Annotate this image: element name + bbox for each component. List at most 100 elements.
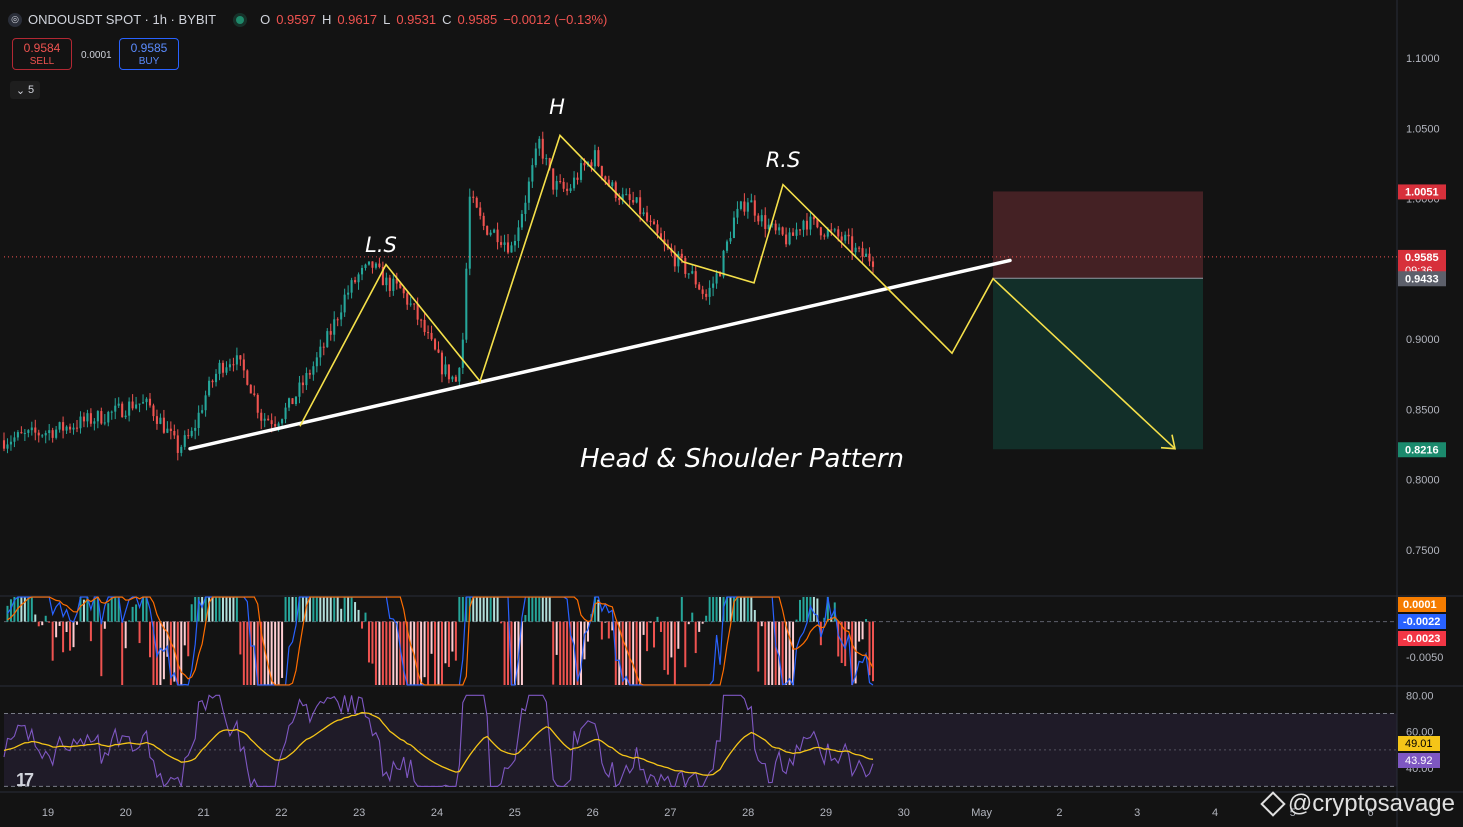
high-value: 0.9617 <box>337 12 378 27</box>
macd-histogram-bar <box>580 621 583 685</box>
sell-button[interactable]: 0.9584 SELL <box>12 38 72 70</box>
macd-histogram-bar <box>440 621 443 685</box>
candle-body <box>409 303 412 305</box>
macd-histogram-bar <box>333 597 336 622</box>
sell-label: SELL <box>29 56 55 67</box>
candle-body <box>413 303 416 305</box>
price-tick-label: 0.9000 <box>1406 334 1440 346</box>
macd-histogram-bar <box>691 612 694 622</box>
candle-body <box>781 227 784 235</box>
candle-body <box>347 292 350 295</box>
candle-body <box>100 411 103 424</box>
candle-body <box>37 432 40 436</box>
candle-body <box>13 437 16 442</box>
time-tick-label: 2 <box>1056 807 1062 819</box>
candle-body <box>795 229 798 236</box>
tradingview-logo-icon[interactable]: 17 <box>16 770 34 791</box>
candle-body <box>566 188 569 191</box>
macd-histogram-bar <box>392 621 395 685</box>
candle-body <box>437 349 440 353</box>
macd-histogram-bar <box>308 597 311 622</box>
candle-body <box>72 427 75 430</box>
symbol-title[interactable]: ONDOUSDT SPOT · 1h · BYBIT <box>28 12 216 27</box>
macd-histogram-bar <box>135 604 138 622</box>
macd-histogram-bar <box>114 597 117 622</box>
macd-histogram-bar <box>41 621 44 626</box>
open-value: 0.9597 <box>276 12 316 27</box>
candle-body <box>520 213 523 228</box>
buy-price: 0.9585 <box>130 41 168 55</box>
macd-histogram-bar <box>701 621 704 624</box>
chart-background <box>0 0 1463 827</box>
buy-button[interactable]: 0.9585 BUY <box>119 38 179 70</box>
macd-histogram-bar <box>753 610 756 622</box>
candle-body <box>131 401 134 409</box>
indicator-collapse-button[interactable]: ⌄ 5 <box>10 81 40 99</box>
macd-histogram-bar <box>750 597 753 622</box>
stop-loss-zone <box>993 191 1203 279</box>
macd-histogram-bar <box>771 621 774 685</box>
time-tick-label: 28 <box>742 807 754 819</box>
candle-body <box>472 196 475 198</box>
candle-body <box>218 362 221 374</box>
candle-body <box>440 352 444 375</box>
macd-histogram-bar <box>58 621 61 626</box>
macd-histogram-bar <box>34 614 37 622</box>
macd-histogram-bar <box>541 597 544 622</box>
macd-histogram-bar <box>680 597 683 622</box>
macd-histogram-bar <box>159 621 162 685</box>
candle-body <box>336 319 339 321</box>
macd-histogram-bar <box>288 597 291 622</box>
candle-body <box>861 248 864 257</box>
candle-body <box>545 158 548 160</box>
candle-body <box>350 280 353 293</box>
candle-body <box>712 283 715 288</box>
candle-body <box>93 421 96 424</box>
candle-body <box>2 440 6 449</box>
candle-body <box>48 430 51 434</box>
macd-histogram-bar <box>500 621 503 624</box>
candle-body <box>291 398 294 405</box>
macd-histogram-bar <box>187 621 190 657</box>
macd-histogram-bar <box>326 597 329 622</box>
candle-body <box>635 197 638 203</box>
candle-body <box>569 188 572 191</box>
candle-body <box>173 430 176 436</box>
macd-histogram-bar <box>89 621 92 642</box>
candle-body <box>246 370 249 385</box>
candle-body <box>854 247 857 253</box>
macd-histogram-bar <box>37 621 40 627</box>
candle-body <box>103 422 106 424</box>
candle-body <box>221 362 225 373</box>
candle-body <box>281 419 284 424</box>
macd-histogram-bar <box>361 621 364 629</box>
macd-histogram-bar <box>315 597 318 622</box>
entry-tag-label: 0.9433 <box>1405 273 1439 285</box>
macd-histogram-bar <box>357 609 360 622</box>
trading-chart[interactable]: 1.10001.05001.00000.95000.90000.85000.80… <box>0 0 1463 827</box>
candle-body <box>135 404 138 409</box>
macd-histogram-bar <box>235 597 238 622</box>
candle-body <box>308 373 311 375</box>
candle-body <box>75 427 79 429</box>
macd-histogram-bar <box>27 597 30 622</box>
macd-histogram-bar <box>670 621 673 658</box>
candle-body <box>753 200 756 216</box>
candle-body <box>778 227 781 231</box>
candle-body <box>343 294 346 313</box>
macd-histogram-bar <box>788 621 791 685</box>
candle-body <box>750 200 753 203</box>
macd-histogram-bar <box>785 621 788 685</box>
candle-body <box>798 229 802 231</box>
rsi-value-label: 43.92 <box>1405 755 1433 767</box>
close-value: 0.9585 <box>457 12 498 27</box>
candle-body <box>86 413 89 422</box>
candle-body <box>517 227 520 241</box>
macd-histogram-bar <box>190 604 193 622</box>
macd-histogram-bar <box>319 597 322 622</box>
candle-body <box>65 426 68 431</box>
macd-histogram-bar <box>215 597 218 622</box>
candle-body <box>82 416 85 422</box>
macd-tick-label: -0.0050 <box>1406 652 1443 664</box>
candle-body <box>583 163 586 166</box>
